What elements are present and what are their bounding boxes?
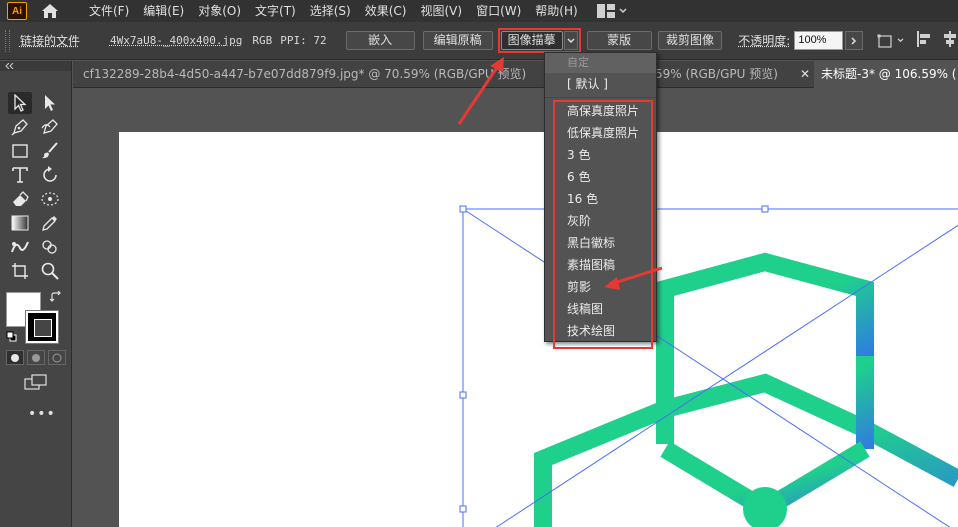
- image-trace-presets-menu: 自定 [ 默认 ] 高保真度照片 低保真度照片 3 色 6 色 16 色 灰阶 …: [544, 52, 657, 349]
- resize-handle[interactable]: [459, 505, 467, 513]
- menu-select[interactable]: 选择(S): [303, 0, 358, 22]
- home-icon[interactable]: [40, 2, 60, 20]
- image-trace-button[interactable]: 图像描摹: [500, 31, 563, 50]
- control-bar: 链接的文件 4Wx7aU8-_400x400.jpg RGB PPI: 72 嵌…: [0, 22, 958, 60]
- opacity-input[interactable]: 100%: [794, 31, 844, 50]
- preset-custom-header: 自定: [545, 53, 656, 73]
- tab-document-1[interactable]: cf132289-28b4-4d50-a447-b7e07dd879f9.jpg…: [83, 61, 545, 88]
- curvature-tool-icon[interactable]: [38, 116, 62, 138]
- linked-file-label[interactable]: 链接的文件: [20, 32, 80, 49]
- artboard-tool-icon[interactable]: [8, 260, 32, 282]
- chevron-down-icon: [619, 8, 627, 14]
- none-mode-icon[interactable]: [48, 350, 66, 365]
- trace-presets-dropdown[interactable]: [563, 31, 578, 50]
- menu-view[interactable]: 视图(V): [413, 0, 469, 22]
- zoom-tool-icon[interactable]: [38, 260, 62, 282]
- presets-highlight-box: [553, 100, 653, 349]
- menu-effect[interactable]: 效果(C): [358, 0, 414, 22]
- resize-handle[interactable]: [761, 205, 769, 213]
- menu-divider: [545, 97, 656, 98]
- menu-help[interactable]: 帮助(H): [528, 0, 584, 22]
- change-screen-mode-icon[interactable]: [24, 374, 48, 393]
- selection-tool-icon[interactable]: [8, 92, 32, 114]
- pen-tool-icon[interactable]: [8, 116, 32, 138]
- stroke-swatch[interactable]: [26, 311, 58, 343]
- panel-grip[interactable]: [5, 29, 10, 52]
- gradient-tool-icon[interactable]: [8, 212, 32, 234]
- menu-file[interactable]: 文件(F): [82, 0, 136, 22]
- canvas-area[interactable]: [73, 89, 958, 527]
- puppet-warp-tool-icon[interactable]: [38, 188, 62, 210]
- preset-default[interactable]: [ 默认 ]: [545, 73, 656, 95]
- menu-window[interactable]: 窗口(W): [469, 0, 528, 22]
- chevron-down-icon: [567, 37, 575, 43]
- workspace-grid-icon: [596, 4, 615, 18]
- eyedropper-tool-icon[interactable]: [38, 212, 62, 234]
- resize-handle[interactable]: [459, 391, 467, 399]
- chevron-right-icon: [851, 36, 857, 45]
- illustrator-logo-icon: Ai: [7, 2, 27, 20]
- ppi-readout: PPI: 72: [280, 34, 327, 47]
- type-tool-icon[interactable]: [8, 164, 32, 186]
- chevron-down-icon: [897, 38, 904, 43]
- align-left-icon[interactable]: [916, 31, 932, 50]
- eraser-tool-icon[interactable]: [8, 188, 32, 210]
- mask-button[interactable]: 蒙版: [586, 31, 652, 50]
- opacity-label[interactable]: 不透明度:: [738, 32, 790, 49]
- tools-panel-header[interactable]: [0, 61, 71, 71]
- document-tabs: cf132289-28b4-4d50-a447-b7e07dd879f9.jpg…: [73, 61, 958, 88]
- edit-original-button[interactable]: 编辑原稿: [422, 31, 493, 50]
- close-tab-2-icon[interactable]: ✕: [800, 61, 810, 88]
- tab-document-3[interactable]: 未标题-3* @ 106.59% (: [814, 61, 958, 88]
- default-colors-icon[interactable]: [6, 331, 17, 345]
- direct-selection-tool-icon[interactable]: [38, 92, 62, 114]
- transform-icon: [877, 34, 892, 48]
- image-trace-group: 图像描摹: [497, 28, 581, 53]
- color-mode: RGB: [252, 34, 273, 47]
- blend-tool-icon[interactable]: [8, 236, 32, 258]
- shape-builder-tool-icon[interactable]: [38, 236, 62, 258]
- collapse-panel-icon: [5, 63, 14, 69]
- resize-handle[interactable]: [459, 205, 467, 213]
- tools-panel: •••: [0, 61, 72, 527]
- crop-image-button[interactable]: 裁剪图像: [657, 31, 723, 50]
- rectangle-tool-icon[interactable]: [8, 140, 32, 162]
- tab-document-2[interactable]: 59% (RGB/GPU 预览): [655, 61, 785, 88]
- placed-image[interactable]: [73, 89, 958, 527]
- embed-button[interactable]: 嵌入: [345, 31, 415, 50]
- swap-colors-icon[interactable]: [49, 290, 62, 306]
- workspace-switcher[interactable]: [596, 4, 627, 18]
- rotate-tool-icon[interactable]: [38, 164, 62, 186]
- paintbrush-tool-icon[interactable]: [38, 140, 62, 162]
- menu-bar: Ai 文件(F) 编辑(E) 对象(O) 文字(T) 选择(S) 效果(C) 视…: [0, 0, 958, 22]
- menu-edit[interactable]: 编辑(E): [136, 0, 191, 22]
- color-mode-buttons: [6, 350, 66, 365]
- color-mode-icon[interactable]: [6, 350, 24, 365]
- gradient-mode-icon[interactable]: [27, 350, 45, 365]
- menu-object[interactable]: 对象(O): [191, 0, 248, 22]
- menu-type[interactable]: 文字(T): [248, 0, 303, 22]
- align-center-icon[interactable]: [942, 31, 958, 50]
- more-tools-icon[interactable]: •••: [28, 406, 56, 422]
- opacity-expand-button[interactable]: [845, 31, 864, 50]
- linked-filename[interactable]: 4Wx7aU8-_400x400.jpg: [110, 34, 242, 47]
- transform-reference-button[interactable]: [877, 33, 904, 49]
